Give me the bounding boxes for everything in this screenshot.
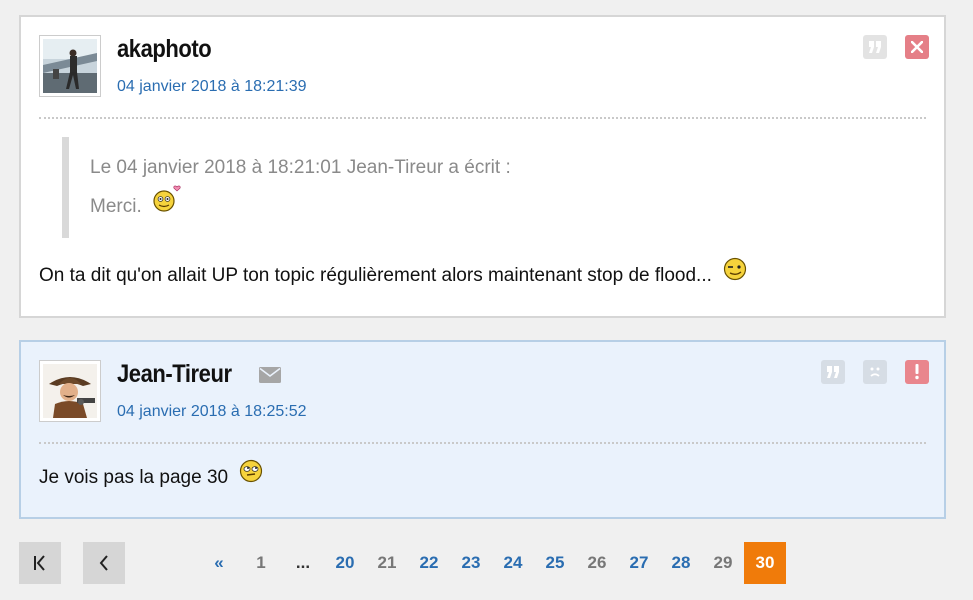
page-26[interactable]: 26 bbox=[576, 542, 618, 584]
page-prev-link[interactable]: « bbox=[198, 542, 240, 584]
page-ellipsis: ... bbox=[295, 553, 311, 572]
quote-header: Le 04 janvier 2018 à 18:21:01 Jean-Tireu… bbox=[90, 157, 511, 178]
sad-face-icon[interactable] bbox=[863, 360, 887, 384]
page-1[interactable]: 1 bbox=[240, 542, 282, 584]
separator bbox=[39, 442, 926, 444]
quote-text: Merci. bbox=[90, 196, 142, 218]
author-name[interactable]: akaphoto bbox=[117, 35, 212, 64]
page-27[interactable]: 27 bbox=[618, 542, 660, 584]
page-24[interactable]: 24 bbox=[492, 542, 534, 584]
smiley-rolling-eyes-icon bbox=[239, 459, 263, 489]
quote-icon[interactable] bbox=[821, 360, 845, 384]
quote-text-line: Merci. bbox=[90, 185, 183, 219]
page-28[interactable]: 28 bbox=[660, 542, 702, 584]
post-message: On ta dit qu'on allait UP ton topic régu… bbox=[39, 265, 712, 287]
first-page-icon[interactable] bbox=[19, 542, 61, 584]
avatar[interactable] bbox=[39, 360, 101, 422]
page-25[interactable]: 25 bbox=[534, 542, 576, 584]
page-22[interactable]: 22 bbox=[408, 542, 450, 584]
post-message: Je vois pas la page 30 bbox=[39, 467, 229, 489]
page-20[interactable]: 20 bbox=[324, 542, 366, 584]
post-date[interactable]: 04 janvier 2018 à 18:21:39 bbox=[117, 78, 306, 96]
post-message-line: Je vois pas la page 30 bbox=[39, 459, 263, 489]
page-23[interactable]: 23 bbox=[450, 542, 492, 584]
separator bbox=[39, 117, 926, 119]
page-21[interactable]: 21 bbox=[366, 542, 408, 584]
avatar[interactable] bbox=[39, 35, 101, 97]
pagination: « 1 ... 20 21 22 23 24 25 26 27 28 29 30 bbox=[198, 542, 786, 584]
author-name[interactable]: Jean-Tireur bbox=[117, 360, 232, 389]
mail-icon[interactable] bbox=[259, 367, 281, 388]
prev-page-icon[interactable] bbox=[83, 542, 125, 584]
delete-icon[interactable] bbox=[905, 35, 929, 59]
post-message-line: On ta dit qu'on allait UP ton topic régu… bbox=[39, 257, 747, 287]
page-30-current[interactable]: 30 bbox=[744, 542, 786, 584]
quote-icon[interactable] bbox=[863, 35, 887, 59]
page-29[interactable]: 29 bbox=[702, 542, 744, 584]
quote-block: Le 04 janvier 2018 à 18:21:01 Jean-Tireu… bbox=[62, 137, 542, 238]
smiley-love-icon bbox=[153, 185, 183, 219]
report-icon[interactable] bbox=[905, 360, 929, 384]
post-date[interactable]: 04 janvier 2018 à 18:25:52 bbox=[117, 403, 306, 421]
post-akaphoto: akaphoto 04 janvier 2018 à 18:21:39 Le 0… bbox=[19, 15, 946, 318]
post-jean-tireur: Jean-Tireur 04 janvier 2018 à 18:25:52 J… bbox=[19, 340, 946, 519]
smiley-wink-icon bbox=[723, 257, 747, 287]
